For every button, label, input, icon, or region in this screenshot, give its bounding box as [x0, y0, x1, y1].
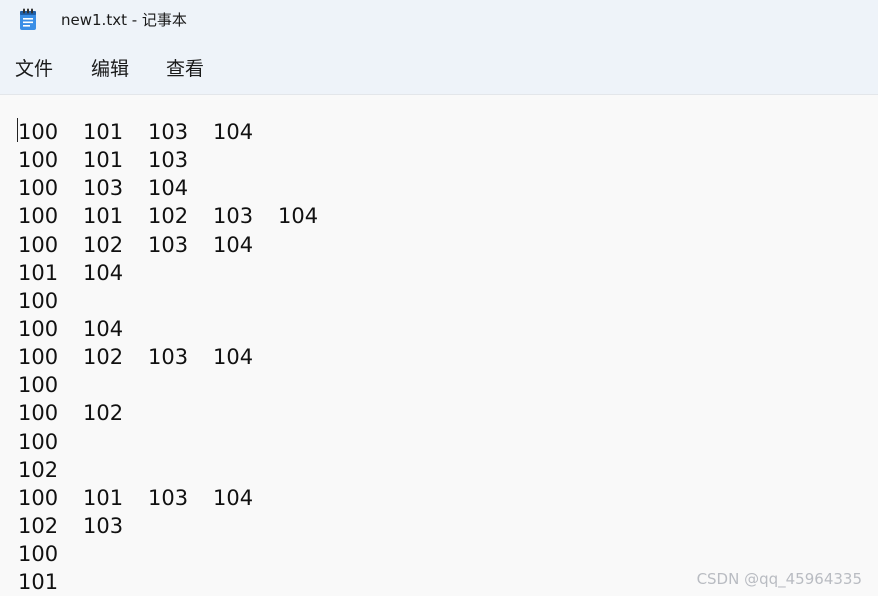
text-token: 100 [18, 120, 59, 144]
watermark: CSDN @qq_45964335 [696, 570, 862, 588]
text-line[interactable]: 100 101 103 [18, 146, 343, 174]
text-token: 100 [18, 204, 59, 229]
text-line[interactable]: 100 [18, 287, 343, 315]
text-token: 104 [148, 176, 189, 201]
text-token: 100 [18, 542, 59, 567]
text-caret [17, 118, 18, 142]
text-token: 103 [213, 204, 254, 229]
text-token: 101 [83, 148, 124, 173]
text-token: 100 [18, 401, 59, 426]
text-line[interactable]: 102 [18, 456, 343, 484]
text-line[interactable]: 102 103 [18, 512, 343, 540]
text-token: 102 [83, 232, 124, 257]
text-token: 103 [148, 148, 189, 173]
text-token: 103 [148, 345, 189, 370]
text-token: 100 [18, 148, 59, 173]
text-line[interactable]: 100 101 103 104 [18, 118, 343, 146]
text-token: 103 [148, 485, 189, 510]
text-token: 104 [213, 232, 254, 257]
text-line[interactable]: 100 102 [18, 399, 343, 427]
text-token: 104 [213, 485, 254, 510]
text-line[interactable]: 101 [18, 568, 343, 596]
text-token: 100 [18, 429, 59, 454]
text-line[interactable]: 100 102 103 104 [18, 231, 343, 259]
text-token: 104 [213, 120, 254, 144]
text-token: 100 [18, 232, 59, 257]
text-token: 100 [18, 485, 59, 510]
title-bar[interactable]: new1.txt - 记事本 [0, 0, 878, 42]
text-token: 102 [83, 401, 124, 426]
text-token: 101 [83, 485, 124, 510]
menu-edit[interactable]: 编辑 [91, 57, 129, 81]
text-token: 102 [83, 345, 124, 370]
text-content[interactable]: 100 101 103 104 100 101 103 100 103 104 100 101 102 1… [18, 118, 343, 596]
text-token: 100 [18, 288, 59, 313]
text-line[interactable]: 100 102 103 104 [18, 343, 343, 371]
notepad-window: new1.txt - 记事本 文件 编辑 查看 100 101 103 104 100 1… [0, 0, 878, 596]
text-token: 102 [148, 204, 189, 229]
text-token: 102 [18, 457, 59, 482]
window-title: new1.txt - 记事本 [61, 11, 187, 29]
text-line[interactable]: 100 101 102 103 104 [18, 202, 343, 230]
text-token: 100 [18, 345, 59, 370]
text-token: 103 [83, 513, 124, 538]
notepad-icon [20, 8, 36, 30]
text-token: 100 [18, 316, 59, 341]
text-token: 103 [83, 176, 124, 201]
text-token: 104 [278, 204, 319, 229]
text-editor[interactable]: 100 101 103 104 100 101 103 100 103 104 100 101 102 1… [0, 95, 878, 596]
text-line[interactable]: 100 [18, 371, 343, 399]
text-token: 100 [18, 176, 59, 201]
text-token: 104 [83, 316, 124, 341]
text-token: 101 [83, 204, 124, 229]
menu-bar: 文件 编辑 查看 [0, 42, 878, 95]
text-token: 104 [213, 345, 254, 370]
text-token: 102 [18, 513, 59, 538]
text-token: 101 [18, 570, 59, 595]
text-line[interactable]: 100 [18, 428, 343, 456]
text-token: 101 [18, 260, 59, 285]
text-line[interactable]: 100 101 103 104 [18, 484, 343, 512]
text-token: 103 [148, 120, 189, 144]
text-line[interactable]: 100 [18, 540, 343, 568]
menu-file[interactable]: 文件 [15, 57, 53, 81]
menu-view[interactable]: 查看 [166, 57, 204, 81]
text-token: 100 [18, 373, 59, 398]
text-token: 103 [148, 232, 189, 257]
text-token: 104 [83, 260, 124, 285]
text-line[interactable]: 101 104 [18, 259, 343, 287]
text-token: 101 [83, 120, 124, 144]
text-line[interactable]: 100 103 104 [18, 174, 343, 202]
text-line[interactable]: 100 104 [18, 315, 343, 343]
